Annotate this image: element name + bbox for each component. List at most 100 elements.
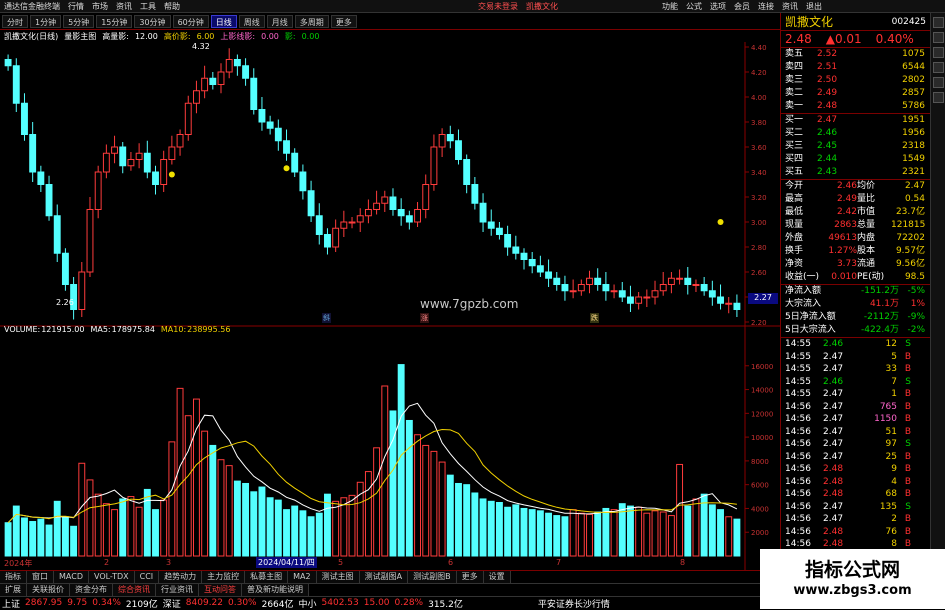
menu-item-shichang[interactable]: 市场 (92, 1, 108, 12)
event-marker-2[interactable]: 涨 (420, 313, 429, 323)
tab-qa[interactable]: 互动问答 (199, 584, 242, 596)
tab-fund-dist[interactable]: 资金分布 (70, 584, 113, 596)
quote-title: 凯撒文化 002425 (781, 13, 930, 31)
tab-private-main[interactable]: 私募主图 (245, 571, 289, 583)
stat-row: 现量 2863 总量 121815 (781, 219, 930, 232)
stat-row: 净资 3.73 流通 9.56亿 (781, 258, 930, 271)
tab-trend[interactable]: 趋势动力 (159, 571, 203, 583)
volume-bar-down (315, 512, 323, 557)
tab-period-weekly[interactable]: 周线 (238, 14, 265, 28)
tab-period-5min[interactable]: 5分钟 (63, 14, 95, 28)
index-zx-name[interactable]: 中小 (299, 597, 317, 610)
stat-cell: 现量 (785, 220, 804, 230)
main-chart[interactable]: 4.40 4.20 4.00 3.80 3.60 3.40 3.20 3.00 2.80 2.60… (0, 42, 780, 570)
tab-more[interactable]: 更多 (456, 571, 484, 583)
tab-expand[interactable]: 扩展 (0, 584, 27, 596)
tab-news[interactable]: 综合资讯 (113, 584, 156, 596)
stat-cell: 98.5 (904, 272, 925, 282)
tab-period-1min[interactable]: 1分钟 (30, 14, 62, 28)
volume-bar-down (684, 505, 692, 557)
menu-item-help[interactable]: 帮助 (164, 1, 180, 12)
kline-indicator-name[interactable]: 量影主图 (64, 31, 96, 42)
tab-window[interactable]: 窗口 (27, 571, 54, 583)
menu-item-connect[interactable]: 连接 (758, 1, 774, 12)
tick-price: 2.47 (823, 501, 844, 512)
tool-icon-4[interactable] (933, 62, 944, 73)
volume-tick-label: 12000 (751, 410, 773, 418)
tab-ma2[interactable]: MA2 (288, 571, 317, 583)
candle-up (135, 152, 143, 160)
volume-bar-down (545, 512, 553, 557)
menu-item-formula[interactable]: 公式 (686, 1, 702, 12)
tool-icon-2[interactable] (933, 32, 944, 43)
tab-period-monthly[interactable]: 月线 (266, 14, 293, 28)
menu-item-tools[interactable]: 工具 (140, 1, 156, 12)
tool-icon-1[interactable] (933, 17, 944, 28)
volume-bar-down (21, 517, 28, 557)
tool-icon-3[interactable] (933, 47, 944, 58)
tab-period-daily[interactable]: 日线 (210, 14, 237, 28)
tab-period-15min[interactable]: 15分钟 (96, 14, 133, 28)
volume-tick-label: 16000 (751, 363, 773, 371)
tab-period-more[interactable]: 更多 (330, 14, 357, 28)
candle-down (45, 184, 53, 217)
volume-bar-down (504, 506, 512, 557)
tab-related-quote[interactable]: 关联报价 (27, 584, 70, 596)
event-marker-3[interactable]: 跌 (590, 313, 599, 323)
menu-item-function[interactable]: 功能 (662, 1, 678, 12)
time-label-1: 2 (104, 558, 110, 567)
tool-icon-6[interactable] (933, 92, 944, 103)
stat-cell: 换手 (785, 246, 804, 256)
menu-item-info[interactable]: 资讯 (782, 1, 798, 12)
tick-side: B (904, 426, 911, 437)
tab-vol-tdx[interactable]: VOL-TDX (88, 571, 135, 583)
stat-cell: 2.46 (836, 181, 857, 191)
buy-price: 2.46 (817, 128, 838, 138)
price-tick-label: 3.80 (751, 119, 767, 127)
index-sz-name[interactable]: 深证 (163, 597, 181, 610)
candle-down (209, 77, 217, 85)
signal-dot (283, 165, 290, 172)
index-sz-amt: 2664亿 (261, 599, 294, 610)
flow-row: 大宗流入 41.1万 1% (781, 298, 930, 311)
candle-down (504, 234, 512, 248)
tab-period-minute[interactable]: 分时 (2, 14, 28, 28)
menu-item-options[interactable]: 选项 (710, 1, 726, 12)
volume-bar-down (446, 474, 454, 557)
menu-item-news[interactable]: 资讯 (116, 1, 132, 12)
tab-period-30min[interactable]: 30分钟 (134, 14, 171, 28)
stat-cell: 0.54 (904, 194, 925, 204)
candle-down (274, 127, 282, 142)
tab-macd[interactable]: MACD (54, 571, 89, 583)
stat-cell: 收益(一) (785, 272, 820, 282)
volume-bar-down (258, 486, 266, 557)
candle-down (487, 221, 495, 229)
menu-item-member[interactable]: 会员 (734, 1, 750, 12)
tick-side: B (904, 489, 911, 499)
tab-test-sub-a[interactable]: 测试副图A (359, 571, 409, 583)
tab-cci[interactable]: CCI (134, 571, 160, 583)
tab-indicator[interactable]: 指标 (0, 571, 27, 583)
index-sh-name[interactable]: 上证 (2, 597, 20, 610)
tab-industry-news[interactable]: 行业资讯 (156, 584, 199, 596)
tick-volume: 25 (885, 451, 897, 462)
tool-icon-5[interactable] (933, 77, 944, 88)
trade-notice[interactable]: 交易未登录 (478, 1, 518, 12)
tab-new-feature[interactable]: 普及新功能说明 (242, 584, 309, 596)
tab-test-sub-b[interactable]: 测试副图B (408, 571, 457, 583)
tab-period-60min[interactable]: 60分钟 (172, 14, 209, 28)
tab-main-monitor[interactable]: 主力监控 (202, 571, 246, 583)
menu-item-exit[interactable]: 退出 (806, 1, 822, 12)
title-bar: 通达信金融终端 行情 市场 资讯 工具 帮助 交易未登录 凯撒文化 功能 公式 … (0, 0, 945, 13)
volume-bar-up (610, 509, 618, 557)
tab-period-multi[interactable]: 多周期 (294, 14, 329, 28)
stat-cell: 23.7亿 (895, 207, 925, 217)
time-label-7: 8 (680, 558, 686, 567)
quote-panel: 凯撒文化 002425 2.48 ▲0.01 0.40% 卖五 2.52 1075 卖… (780, 13, 930, 596)
volume-bar-up (168, 441, 176, 557)
kline-value-high-price: 6.00 (196, 32, 215, 41)
tab-test-main[interactable]: 测试主图 (316, 571, 360, 583)
event-marker-1[interactable]: 斜 (322, 313, 331, 323)
menu-item-market[interactable]: 行情 (68, 1, 84, 12)
tab-settings[interactable]: 设置 (483, 571, 511, 583)
